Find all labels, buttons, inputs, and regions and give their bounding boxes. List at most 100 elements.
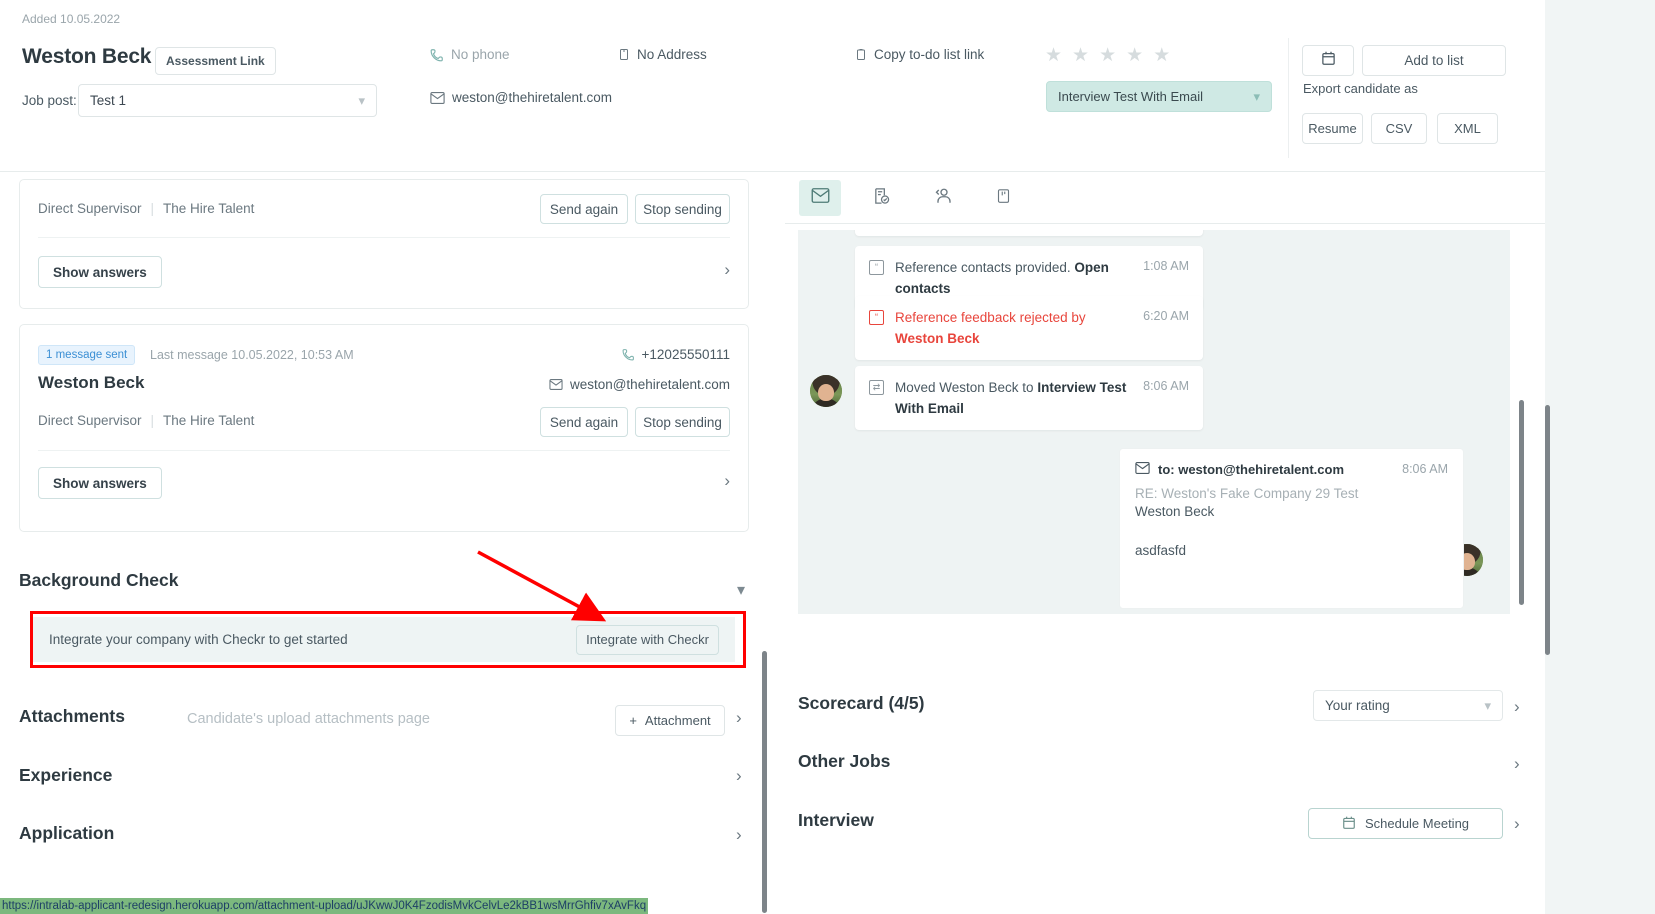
location-icon [618,47,630,62]
integrate-with-checkr-button[interactable]: Integrate with Checkr [576,624,719,655]
schedule-meeting-button[interactable]: Schedule Meeting [1308,808,1503,839]
address-value: No Address [637,47,707,62]
feed-item-text: Reference feedback rejected by Weston Be… [895,310,1086,346]
last-message-timestamp: Last message 10.05.2022, 10:53 AM [150,348,354,362]
envelope-icon [811,188,830,208]
status-bar-url: https://intralab-applicant-redesign.hero… [0,898,648,914]
background-check-collapse-icon[interactable]: ▾ [737,580,745,600]
job-post-label: Job post: [22,93,77,108]
tab-messages[interactable] [799,180,841,216]
feed-item-text: Moved Weston Beck to Interview Test With… [895,380,1127,416]
copy-todo-label: Copy to-do list link [874,47,985,62]
send-again-button[interactable]: Send again [540,407,628,437]
add-attachment-label: Attachment [644,713,711,728]
expand-chevron-icon[interactable]: › [724,260,730,280]
send-again-button[interactable]: Send again [540,194,628,224]
chevron-down-icon: ▾ [358,92,365,108]
background-check-title: Background Check [19,570,179,590]
divider [38,450,730,451]
show-answers-button[interactable]: Show answers [38,256,162,288]
your-rating-select[interactable]: Your rating ▾ [1313,690,1503,721]
reference-relation: Direct Supervisor | The Hire Talent [38,413,255,428]
star-icon[interactable]: ★ [1072,46,1089,65]
avatar [810,375,842,407]
calendar-icon [1342,815,1356,833]
tab-forms[interactable] [860,180,902,216]
attachments-title: Attachments [19,706,125,726]
star-icon[interactable]: ★ [1045,46,1062,65]
other-jobs-title: Other Jobs [798,751,891,771]
stage-select[interactable]: Interview Test With Email ▾ [1046,81,1272,112]
add-to-list-button[interactable]: Add to list [1362,45,1506,76]
feed-item-text: Reference contacts provided. Open contac… [895,260,1109,296]
scorecard-expand-icon[interactable]: › [1514,697,1520,717]
application-title: Application [19,823,115,843]
people-icon [933,187,952,210]
board-icon [996,187,1011,210]
page-scrollbar[interactable] [1545,405,1550,655]
feed-item-time: 1:08 AM [1143,259,1189,273]
assessment-link-button[interactable]: Assessment Link [155,47,276,75]
email-recipient: to: weston@thehiretalent.com [1135,462,1448,477]
stage-value: Interview Test With Email [1058,89,1203,104]
message-sent-badge: 1 message sent [38,345,136,365]
added-date: Added 10.05.2022 [22,12,121,26]
chevron-down-icon: ▾ [1484,697,1491,713]
envelope-icon [1135,462,1150,477]
stop-sending-button[interactable]: Stop sending [635,407,730,437]
email-value: weston@thehiretalent.com [452,90,613,105]
expand-chevron-icon[interactable]: › [724,471,730,491]
address-field: No Address [618,47,707,62]
right-rail [1545,0,1655,914]
attachments-expand-icon[interactable]: › [736,708,742,728]
email-field: weston@thehiretalent.com [430,90,612,105]
clipboard-icon [855,47,867,62]
header-divider [1288,38,1289,158]
reference-card: Direct Supervisor | The Hire Talent Send a… [19,179,749,309]
experience-expand-icon[interactable]: › [736,766,742,786]
calendar-icon [1321,50,1336,71]
star-icon[interactable]: ★ [1099,46,1116,65]
left-panel: Direct Supervisor | The Hire Talent Send a… [0,172,771,914]
interview-expand-icon[interactable]: › [1514,814,1520,834]
activity-tabbar [785,180,1545,224]
chevron-down-icon: ▾ [1253,88,1260,104]
export-csv-button[interactable]: CSV [1371,113,1427,144]
form-check-icon [873,187,890,210]
email-body: asdfasfd [1135,543,1187,558]
add-attachment-button[interactable]: + Attachment [615,705,725,736]
scorecard-title: Scorecard (4/5) [798,693,925,713]
checkr-integration-banner: Integrate your company with Checkr to ge… [33,617,735,662]
feed-scrollbar[interactable] [1519,400,1524,605]
export-resume-button[interactable]: Resume [1302,113,1363,144]
envelope-icon [549,379,563,390]
left-panel-scrollbar[interactable] [762,651,767,913]
tab-references[interactable] [921,180,963,216]
stop-sending-button[interactable]: Stop sending [635,194,730,224]
candidate-detail-page: Added 10.05.2022 Weston Beck Assessment … [0,0,1655,914]
feed-item: “ Reference feedback rejected by Weston … [855,296,1203,360]
checkr-message: Integrate your company with Checkr to ge… [49,632,348,647]
job-post-value: Test 1 [90,93,127,108]
schedule-meeting-label: Schedule Meeting [1364,816,1470,831]
copy-todo-link-button[interactable]: Copy to-do list link [855,47,984,62]
feed-item-time: 8:06 AM [1143,379,1189,393]
page-title: Weston Beck [22,45,152,68]
star-icon[interactable]: ★ [1153,46,1170,65]
rating-stars[interactable]: ★ ★ ★ ★ ★ [1045,46,1170,65]
export-xml-button[interactable]: XML [1437,113,1498,144]
reference-relation: Direct Supervisor | The Hire Talent [38,201,255,216]
phone-value: No phone [451,47,510,62]
tab-board[interactable] [982,180,1024,216]
application-expand-icon[interactable]: › [736,825,742,845]
calendar-button[interactable] [1302,45,1354,76]
envelope-icon [430,91,445,104]
candidate-header: Added 10.05.2022 Weston Beck Assessment … [0,0,1545,172]
show-answers-button[interactable]: Show answers [38,467,162,499]
star-icon[interactable]: ★ [1126,46,1143,65]
other-jobs-expand-icon[interactable]: › [1514,754,1520,774]
phone-icon [430,48,444,62]
feed-item-partial [855,230,1203,236]
email-sender: Weston Beck [1135,504,1215,519]
job-post-select[interactable]: Test 1 ▾ [78,84,377,117]
